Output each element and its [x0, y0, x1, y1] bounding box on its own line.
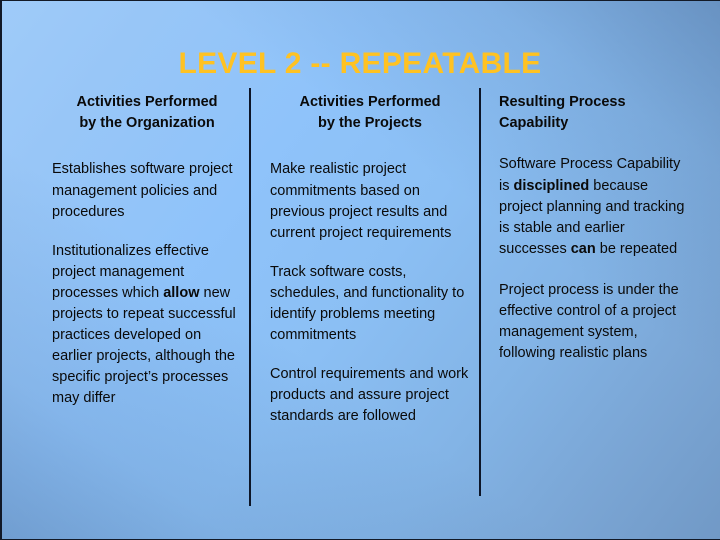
column-header: Activities Performed by the Organization — [76, 94, 218, 131]
body-text: Track software costs, schedules, and fun… — [270, 263, 465, 344]
emphasis-text: can — [570, 240, 596, 257]
body-paragraph: Project process is under the effective c… — [499, 280, 689, 364]
column-body: Establishes software project management … — [52, 159, 242, 409]
column-divider-2 — [479, 88, 481, 496]
column-activities-performed-by-the-projects: Activities Performed by the Projects Mak… — [270, 92, 470, 428]
column-divider-1 — [249, 88, 251, 506]
column-header: Resulting Process Capability — [499, 94, 626, 131]
body-paragraph: Make realistic project commitments based… — [270, 159, 470, 243]
emphasis-text: disciplined — [513, 177, 590, 194]
emphasis-text: allow — [163, 284, 200, 301]
column-header: Activities Performed by the Projects — [299, 94, 441, 131]
body-text: new projects to repeat successful practi… — [52, 284, 236, 407]
body-paragraph: Establishes software project management … — [52, 159, 242, 222]
body-paragraph: Track software costs, schedules, and fun… — [270, 262, 470, 346]
body-text: Establishes software project management … — [52, 161, 233, 220]
body-paragraph: Software Process Capability is disciplin… — [499, 154, 689, 259]
body-text: Control requirements and work products a… — [270, 366, 469, 425]
slide-canvas: LEVEL 2 -- REPEATABLE Activities Perform… — [0, 0, 720, 540]
body-text: Project process is under the effective c… — [499, 281, 679, 362]
column-body: Make realistic project commitments based… — [270, 159, 470, 427]
body-paragraph: Institutionalizes effective project mana… — [52, 241, 242, 410]
page-title: LEVEL 2 -- REPEATABLE — [178, 47, 542, 81]
body-text: be repeated — [595, 240, 678, 257]
body-paragraph: Control requirements and work products a… — [270, 364, 470, 427]
column-body: Software Process Capability is disciplin… — [499, 154, 689, 364]
column-activities-performed-by-the-organization: Activities Performed by the Organization… — [52, 92, 242, 410]
body-text: Make realistic project commitments based… — [270, 161, 452, 241]
column-resulting-process-capability: Resulting Process Capability Software Pr… — [499, 92, 689, 384]
